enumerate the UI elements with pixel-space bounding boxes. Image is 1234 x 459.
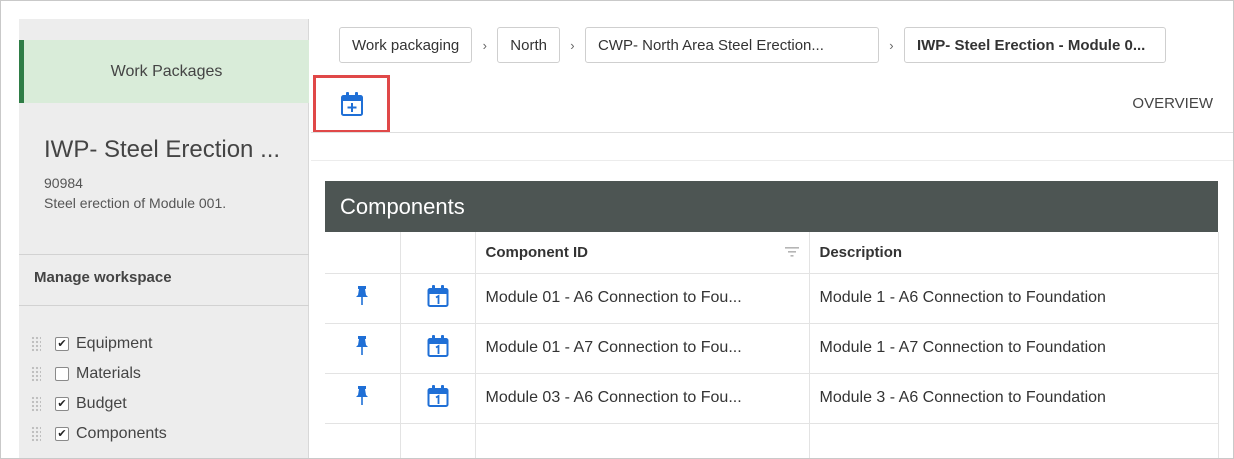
breadcrumb-work-packaging[interactable]: Work packaging: [339, 27, 473, 63]
pin-icon[interactable]: [355, 335, 369, 356]
manage-workspace-label: Manage workspace: [34, 269, 172, 286]
drag-handle-icon[interactable]: [31, 426, 41, 442]
divider: [311, 132, 1233, 133]
components-panel: Components Component ID Description Modu…: [325, 181, 1219, 458]
pin-icon[interactable]: [355, 285, 369, 306]
column-header-pin: [325, 232, 401, 274]
package-description: Steel erection of Module 001.: [44, 195, 227, 211]
checkbox-materials[interactable]: [55, 367, 69, 381]
table-row[interactable]: Module 01 - A6 Connection to Fou... Modu…: [325, 273, 1219, 324]
breadcrumb-separator: ›: [570, 37, 575, 53]
breadcrumb-north[interactable]: North: [497, 27, 560, 63]
drag-handle-icon[interactable]: [31, 366, 41, 382]
schedule-cell[interactable]: [400, 323, 476, 374]
schedule-cell[interactable]: [400, 423, 476, 458]
divider: [311, 160, 1233, 161]
cell-component-id: Module 03 - A6 Connection to Fou...: [475, 373, 810, 424]
breadcrumb-iwp[interactable]: IWP- Steel Erection - Module 0...: [903, 27, 1166, 63]
schedule-cell[interactable]: [400, 273, 476, 324]
overview-link[interactable]: OVERVIEW: [1132, 95, 1213, 112]
schedule-cell[interactable]: [400, 373, 476, 424]
pin-cell[interactable]: [325, 273, 401, 324]
checkbox-budget[interactable]: ✔: [55, 397, 69, 411]
pin-icon[interactable]: [355, 385, 369, 406]
components-panel-title: Components: [325, 181, 1218, 232]
workspace-list: ✔ Equipment Materials ✔ Budget ✔ Compone…: [31, 329, 167, 449]
column-header-description[interactable]: Description: [809, 232, 1219, 274]
add-schedule-button[interactable]: [313, 75, 390, 133]
column-header-label: Component ID: [485, 243, 589, 261]
pin-cell[interactable]: [325, 323, 401, 374]
sidebar-header-label: Work Packages: [110, 62, 223, 80]
breadcrumb-separator: ›: [482, 37, 487, 53]
cell-description: Module 1 - A7 Connection to Foundation: [809, 323, 1219, 374]
drag-handle-icon[interactable]: [31, 396, 41, 412]
table-row[interactable]: Module 03 - A6 Connection to Fou... Modu…: [325, 373, 1219, 424]
workspace-item-label: Budget: [76, 395, 127, 412]
breadcrumb-cwp[interactable]: CWP- North Area Steel Erection...: [584, 27, 879, 63]
cell-description: Module 3 - A6 Connection to Foundation: [809, 373, 1219, 424]
pin-cell[interactable]: [325, 373, 401, 424]
sidebar-header-work-packages[interactable]: Work Packages: [19, 40, 309, 103]
divider: [19, 254, 309, 255]
checkbox-components[interactable]: ✔: [55, 427, 69, 441]
column-header-schedule: [400, 232, 476, 274]
filter-icon[interactable]: [784, 247, 799, 257]
cell-description: [809, 423, 1219, 458]
checkbox-equipment[interactable]: ✔: [55, 337, 69, 351]
workspace-item-materials[interactable]: Materials: [31, 359, 167, 389]
drag-handle-icon[interactable]: [31, 336, 41, 352]
components-table: Component ID Description Module 01 - A6 …: [325, 232, 1219, 458]
package-title: IWP- Steel Erection ...: [44, 136, 281, 163]
pin-cell[interactable]: [325, 423, 401, 458]
workspace-item-budget[interactable]: ✔ Budget: [31, 389, 167, 419]
workspace-item-label: Components: [76, 425, 167, 442]
package-id: 90984: [44, 175, 83, 191]
cell-component-id: [475, 423, 810, 458]
cell-description: Module 1 - A6 Connection to Foundation: [809, 273, 1219, 324]
table-row[interactable]: [325, 423, 1219, 458]
workspace-item-components[interactable]: ✔ Components: [31, 419, 167, 449]
cell-component-id: Module 01 - A6 Connection to Fou...: [475, 273, 810, 324]
table-header-row: Component ID Description: [325, 232, 1219, 274]
calendar-icon[interactable]: [427, 384, 449, 408]
calendar-icon[interactable]: [427, 334, 449, 358]
calendar-icon[interactable]: [427, 284, 449, 308]
workspace-item-label: Equipment: [76, 335, 153, 352]
app-frame: Work Packages IWP- Steel Erection ... 90…: [0, 0, 1234, 459]
workspace-item-label: Materials: [76, 365, 141, 382]
cell-component-id: Module 01 - A7 Connection to Fou...: [475, 323, 810, 374]
breadcrumb: Work packaging › North › CWP- North Area…: [339, 27, 1166, 63]
sidebar: Work Packages IWP- Steel Erection ... 90…: [19, 19, 309, 458]
workspace-item-equipment[interactable]: ✔ Equipment: [31, 329, 167, 359]
divider: [19, 305, 309, 306]
column-header-component-id[interactable]: Component ID: [475, 232, 810, 274]
breadcrumb-separator: ›: [889, 37, 894, 53]
table-row[interactable]: Module 01 - A7 Connection to Fou... Modu…: [325, 323, 1219, 374]
calendar-plus-icon: [340, 92, 363, 116]
components-title: Components: [340, 193, 465, 219]
